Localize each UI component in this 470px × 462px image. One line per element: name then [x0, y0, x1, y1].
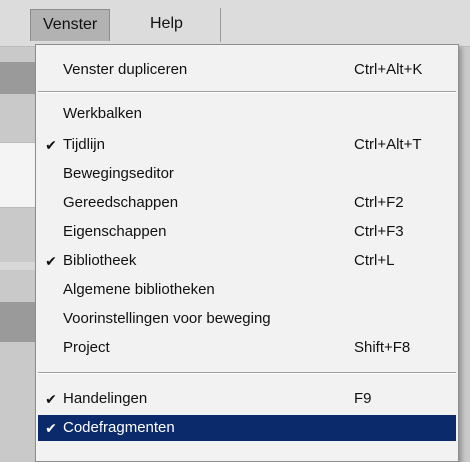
background-panel: [0, 175, 36, 208]
menu-item-gereedschappen[interactable]: Gereedschappen Ctrl+F2: [38, 190, 456, 216]
menu-item-label: Werkbalken: [63, 105, 142, 122]
menu-separator: [38, 372, 456, 374]
background-panel: [0, 62, 36, 94]
menu-item-label: Codefragmenten: [63, 419, 175, 436]
menu-item-shortcut: Shift+F8: [354, 339, 411, 356]
checkmark-icon: ✔: [45, 420, 57, 436]
menu-item-label: Voorinstellingen voor beweging: [63, 310, 271, 327]
menu-item-label: Venster dupliceren: [63, 61, 188, 78]
background-panel: [0, 262, 36, 270]
menu-item-label: Project: [63, 339, 110, 356]
menu-venster[interactable]: Venster: [30, 9, 111, 41]
menu-item-handelingen[interactable]: ✔ Handelingen F9: [38, 386, 456, 412]
checkmark-icon: ✔: [45, 253, 57, 269]
menu-item-label: Bibliotheek: [63, 252, 137, 269]
menu-bar: Venster Help: [0, 0, 470, 47]
background-panel: [0, 302, 36, 342]
checkmark-icon: ✔: [45, 391, 57, 407]
menu-item-label: Tijdlijn: [63, 136, 105, 153]
menu-item-label: Algemene bibliotheken: [63, 281, 215, 298]
menu-item-label: Gereedschappen: [63, 194, 179, 211]
menu-item-shortcut: Ctrl+Alt+K: [354, 61, 423, 78]
menu-item-shortcut: Ctrl+Alt+T: [354, 136, 422, 153]
menu-item-label: Bewegingseditor: [63, 165, 174, 182]
menu-item-shortcut: F9: [354, 390, 372, 407]
menu-item-shortcut: Ctrl+F2: [354, 194, 404, 211]
menu-item-eigenschappen[interactable]: Eigenschappen Ctrl+F3: [38, 219, 456, 245]
menu-item-project[interactable]: Project Shift+F8: [38, 335, 456, 361]
menu-item-bibliotheek[interactable]: ✔ Bibliotheek Ctrl+L: [38, 248, 456, 274]
menu-separator: [38, 91, 456, 93]
checkmark-icon: ✔: [45, 137, 57, 153]
menu-item-bewegingseditor[interactable]: Bewegingseditor: [38, 161, 456, 187]
venster-dropdown-menu: Venster dupliceren Ctrl+Alt+K Werkbalken…: [35, 44, 459, 462]
background-panel: [0, 142, 36, 176]
menu-item-werkbalken[interactable]: Werkbalken: [38, 101, 456, 127]
menu-item-label: Eigenschappen: [63, 223, 167, 240]
menu-item-venster-dupliceren[interactable]: Venster dupliceren Ctrl+Alt+K: [38, 57, 456, 83]
menu-item-codefragmenten[interactable]: ✔ Codefragmenten: [38, 415, 456, 441]
menu-item-label: Handelingen: [63, 390, 148, 407]
menu-item-voorinstellingen-voor-beweging[interactable]: Voorinstellingen voor beweging: [38, 306, 456, 332]
menu-item-shortcut: Ctrl+L: [354, 252, 395, 269]
menu-item-algemene-bibliotheken[interactable]: Algemene bibliotheken: [38, 277, 456, 303]
menu-item-tijdlijn[interactable]: ✔ Tijdlijn Ctrl+Alt+T: [38, 132, 456, 158]
menubar-divider: [220, 8, 221, 42]
menu-help[interactable]: Help: [138, 9, 195, 39]
menu-item-shortcut: Ctrl+F3: [354, 223, 404, 240]
